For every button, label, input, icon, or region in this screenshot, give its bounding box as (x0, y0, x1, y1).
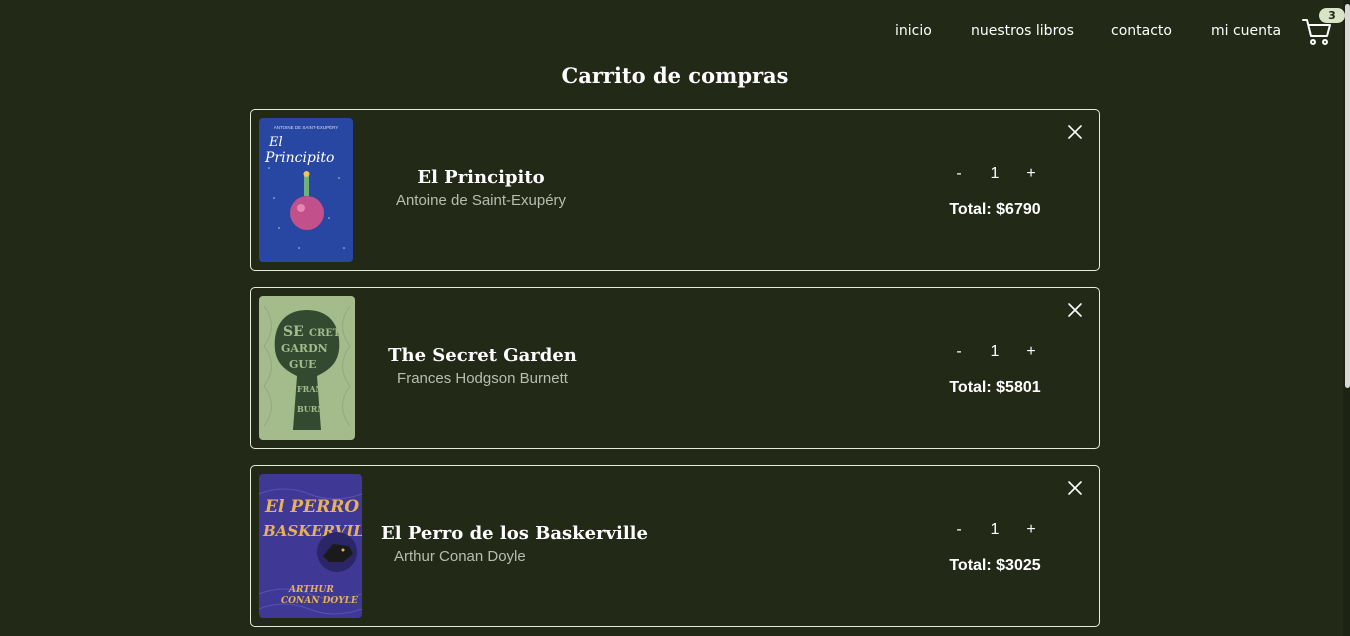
close-icon[interactable] (1067, 124, 1083, 140)
book-cover-image[interactable]: ANTOINE DE SAINT-EXUPÉRY El Principito (259, 118, 353, 262)
cover-author-text: ANTOINE DE SAINT-EXUPÉRY (274, 124, 339, 130)
cart-count-badge: 3 (1319, 8, 1345, 23)
svg-text:GARDN: GARDN (281, 342, 328, 355)
svg-text:CRET: CRET (309, 328, 341, 339)
item-total: Total: $6790 (949, 201, 1041, 218)
svg-text:ARTHUR: ARTHUR (288, 585, 334, 595)
top-nav: inicio nuestros libros contacto mi cuent… (0, 22, 1350, 42)
quantity-value: 1 (990, 343, 1000, 360)
decrease-quantity-button[interactable]: - (949, 162, 969, 186)
book-author: Antoine de Saint-Exupéry (395, 192, 567, 209)
page-title: Carrito de compras (561, 63, 789, 88)
cart-item: SE CRET GARDN GUE FRANC BURN The Secret … (250, 287, 1100, 449)
quantity-value: 1 (990, 521, 1000, 538)
book-cover-image[interactable]: El PERRO BASKERVILLE ARTHUR CONAN DOYLE (259, 474, 362, 618)
increase-quantity-button[interactable]: + (1021, 162, 1041, 186)
nav-link-nuestros-libros[interactable]: nuestros libros (971, 22, 1074, 40)
book-title: El Perro de los Baskerville (381, 523, 648, 544)
svg-text:FRANC: FRANC (297, 384, 329, 394)
book-info: El Perro de los Baskerville Arthur Conan… (381, 522, 648, 568)
nav-link-inicio[interactable]: inicio (895, 22, 932, 40)
quantity-stepper: - 1 + (945, 518, 1045, 542)
close-icon[interactable] (1067, 480, 1083, 496)
svg-text:El PERRO: El PERRO (264, 497, 359, 517)
increase-quantity-button[interactable]: + (1021, 518, 1041, 542)
nav-link-mi-cuenta[interactable]: mi cuenta (1211, 22, 1281, 40)
book-info: The Secret Garden Frances Hodgson Burnet… (381, 344, 584, 390)
close-icon[interactable] (1067, 302, 1083, 318)
increase-quantity-button[interactable]: + (1021, 340, 1041, 364)
quantity-stepper: - 1 + (945, 340, 1045, 364)
svg-text:BURN: BURN (297, 404, 325, 414)
quantity-value: 1 (990, 165, 1000, 182)
svg-text:GUE: GUE (289, 358, 316, 371)
decrease-quantity-button[interactable]: - (949, 518, 969, 542)
book-author: Arthur Conan Doyle (394, 548, 526, 565)
book-cover-image[interactable]: SE CRET GARDN GUE FRANC BURN (259, 296, 355, 440)
cart-item: El PERRO BASKERVILLE ARTHUR CONAN DOYLE … (250, 465, 1100, 627)
svg-text:CONAN DOYLE: CONAN DOYLE (281, 596, 358, 606)
svg-text:El: El (268, 135, 283, 150)
book-info: El Principito Antoine de Saint-Exupéry (381, 166, 581, 212)
nav-link-contacto[interactable]: contacto (1111, 22, 1172, 40)
decrease-quantity-button[interactable]: - (949, 340, 969, 364)
book-title: El Principito (417, 167, 545, 188)
shopping-cart-page: inicio nuestros libros contacto mi cuent… (0, 0, 1350, 636)
svg-text:Principito: Principito (264, 150, 334, 166)
item-total: Total: $5801 (949, 379, 1041, 396)
svg-text:SE: SE (283, 324, 304, 340)
book-author: Frances Hodgson Burnett (397, 370, 568, 387)
book-title: The Secret Garden (388, 345, 577, 366)
cart-button[interactable]: 3 (1302, 8, 1345, 48)
cart-item: ANTOINE DE SAINT-EXUPÉRY El Principito E… (250, 109, 1100, 271)
item-total: Total: $3025 (949, 557, 1041, 574)
quantity-stepper: - 1 + (945, 162, 1045, 186)
